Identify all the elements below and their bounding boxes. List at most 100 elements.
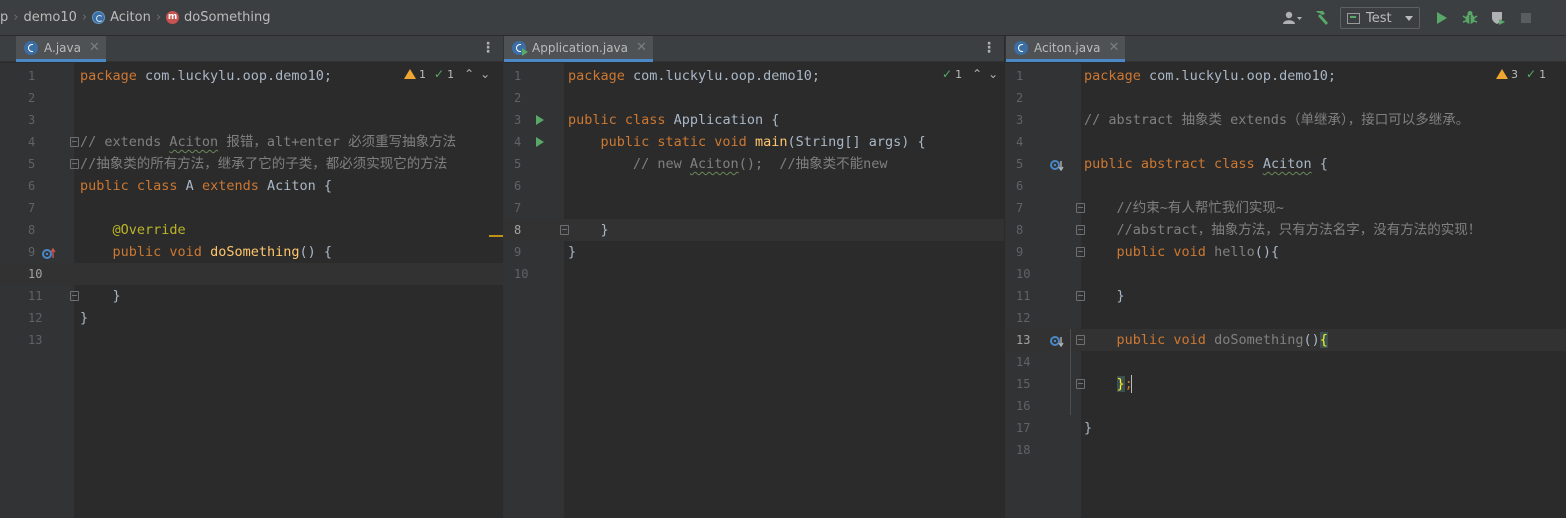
fold-marker-icon[interactable]: [1076, 203, 1085, 213]
code-line[interactable]: 5 public abstract class Aciton {: [1006, 153, 1566, 175]
breadcrumb-item-method[interactable]: m doSomething: [166, 10, 271, 25]
code-line[interactable]: 6: [504, 175, 1004, 197]
inspection-widget[interactable]: 1 ✓ 1 ⌃⌄: [404, 67, 496, 81]
code-line[interactable]: 17}: [1006, 417, 1566, 439]
code-editor[interactable]: 1 package com.luckylu.oop.demo10; 2 3 // abs…: [1006, 63, 1566, 518]
code-line[interactable]: 4: [1006, 131, 1566, 153]
run-icon[interactable]: [1432, 6, 1452, 30]
fold-marker-icon[interactable]: [70, 291, 79, 301]
code-text: }: [568, 241, 576, 263]
code-line[interactable]: 2: [504, 87, 1004, 109]
breadcrumb: p › demo10 › Aciton › m doSomething: [0, 0, 271, 36]
line-number: 8: [514, 223, 522, 237]
code-line[interactable]: 7: [0, 197, 503, 219]
code-line[interactable]: 8 }: [504, 219, 1004, 241]
implemented-by-icon[interactable]: [1050, 333, 1064, 348]
code-line[interactable]: 12: [1006, 307, 1566, 329]
tab-a-java[interactable]: A.java ✕: [16, 36, 106, 62]
breadcrumb-label: p: [0, 10, 9, 25]
chevron-up-down-icon[interactable]: ⌃⌄: [972, 67, 1004, 81]
code-line[interactable]: 10: [1006, 263, 1566, 285]
fold-marker-icon[interactable]: [1076, 291, 1085, 301]
code-line[interactable]: 15 };: [1006, 373, 1566, 395]
line-number: 5: [514, 157, 522, 171]
run-configuration-select[interactable]: Test: [1340, 7, 1420, 29]
close-icon[interactable]: ✕: [1109, 40, 1120, 55]
run-gutter-icon[interactable]: [536, 115, 544, 125]
code-line[interactable]: 3: [0, 109, 503, 131]
code-line[interactable]: 9 public void hello(){: [1006, 241, 1566, 263]
fold-marker-icon[interactable]: [70, 159, 79, 169]
code-line[interactable]: 9}: [504, 241, 1004, 263]
code-line[interactable]: 7 //约束~有人帮忙我们实现~: [1006, 197, 1566, 219]
fold-marker-icon[interactable]: [1076, 379, 1085, 389]
code-line[interactable]: 2: [1006, 87, 1566, 109]
more-options-icon[interactable]: ⋮: [982, 40, 996, 56]
code-token: com.luckylu.oop.demo10;: [145, 68, 332, 84]
code-line[interactable]: 4 public static void main(String[] args)…: [504, 131, 1004, 153]
inspection-widget[interactable]: ✓ 1 ⌃⌄: [934, 67, 1004, 81]
more-options-icon[interactable]: ⋮: [481, 40, 495, 56]
code-line[interactable]: 10: [0, 263, 503, 285]
code-line[interactable]: 5 // new Aciton(); //抽象类不能new: [504, 153, 1004, 175]
code-token: }: [80, 288, 121, 304]
code-line[interactable]: 10: [504, 263, 1004, 285]
code-editor[interactable]: 1 package com.luckylu.oop.demo10; 2 3 4 // ex…: [0, 63, 503, 518]
code-line[interactable]: 1 package com.luckylu.oop.demo10;: [504, 65, 1004, 87]
implemented-by-icon[interactable]: [1050, 157, 1064, 172]
chevron-up-down-icon[interactable]: ⌃⌄: [464, 67, 496, 81]
code-line[interactable]: 2: [0, 87, 503, 109]
code-line[interactable]: 12}: [0, 307, 503, 329]
implements-method-icon[interactable]: [42, 245, 56, 259]
editor-pane-a: A.java ✕ ⋮ 1 package com.luckylu.oop.demo…: [0, 36, 503, 518]
code-line[interactable]: 3 // abstract 抽象类 extends（单继承），接口可以多继承。: [1006, 109, 1566, 131]
breadcrumb-item-project[interactable]: p: [0, 10, 8, 25]
tab-application-java[interactable]: Application.java ✕: [504, 36, 653, 62]
code-line[interactable]: 16: [1006, 395, 1566, 417]
code-line[interactable]: 14: [1006, 351, 1566, 373]
code-line[interactable]: 13: [0, 329, 503, 351]
line-number: 3: [514, 113, 522, 127]
code-line[interactable]: 8 @Override: [0, 219, 503, 241]
code-line[interactable]: 18: [1006, 439, 1566, 461]
fold-marker-icon[interactable]: [1076, 247, 1085, 257]
fold-marker-icon[interactable]: [70, 137, 79, 147]
user-icon[interactable]: [1282, 6, 1304, 30]
method-icon: m: [166, 11, 180, 24]
code-line[interactable]: 7: [504, 197, 1004, 219]
coverage-icon[interactable]: [1488, 6, 1508, 30]
hammer-icon[interactable]: [1312, 6, 1332, 30]
code-line[interactable]: 11 }: [1006, 285, 1566, 307]
code-text: // abstract 抽象类 extends（单继承），接口可以多继承。: [1084, 109, 1469, 131]
line-number: 5: [28, 157, 36, 171]
fold-marker-icon[interactable]: [1076, 225, 1085, 235]
warning-count: 3: [1511, 67, 1518, 81]
fold-marker-icon[interactable]: [560, 225, 569, 235]
code-line[interactable]: 1 package com.luckylu.oop.demo10;: [1006, 65, 1566, 87]
breadcrumb-item-package[interactable]: demo10: [23, 10, 76, 25]
stop-icon[interactable]: [1516, 6, 1536, 30]
class-icon: [92, 11, 106, 24]
code-line[interactable]: 6 public class A extends Aciton {: [0, 175, 503, 197]
run-gutter-icon[interactable]: [536, 137, 544, 147]
inspection-widget[interactable]: 3 ✓ 1: [1496, 67, 1546, 81]
line-number: 5: [1016, 157, 1024, 171]
code-line[interactable]: 6: [1006, 175, 1566, 197]
code-token: package: [80, 68, 146, 84]
code-line[interactable]: 13 public void doSomething(){: [1006, 329, 1566, 351]
breadcrumb-item-class[interactable]: Aciton: [92, 10, 151, 25]
code-line[interactable]: 3 public class Application {: [504, 109, 1004, 131]
code-line[interactable]: 9 public void doSomething() {: [0, 241, 503, 263]
tab-aciton-java[interactable]: Aciton.java ✕: [1006, 36, 1126, 62]
code-editor[interactable]: 1 package com.luckylu.oop.demo10; 2 3 public…: [504, 63, 1004, 518]
close-icon[interactable]: ✕: [636, 40, 647, 55]
line-number: 3: [1016, 113, 1024, 127]
debug-icon[interactable]: [1460, 6, 1480, 30]
line-number: 13: [1016, 333, 1031, 347]
line-number: 12: [28, 311, 43, 325]
fold-marker-icon[interactable]: [1076, 335, 1085, 345]
close-icon[interactable]: ✕: [89, 40, 100, 55]
code-line[interactable]: 8 //abstract，抽象方法，只有方法名字，没有方法的实现！: [1006, 219, 1566, 241]
code-token: public void: [1116, 244, 1215, 260]
